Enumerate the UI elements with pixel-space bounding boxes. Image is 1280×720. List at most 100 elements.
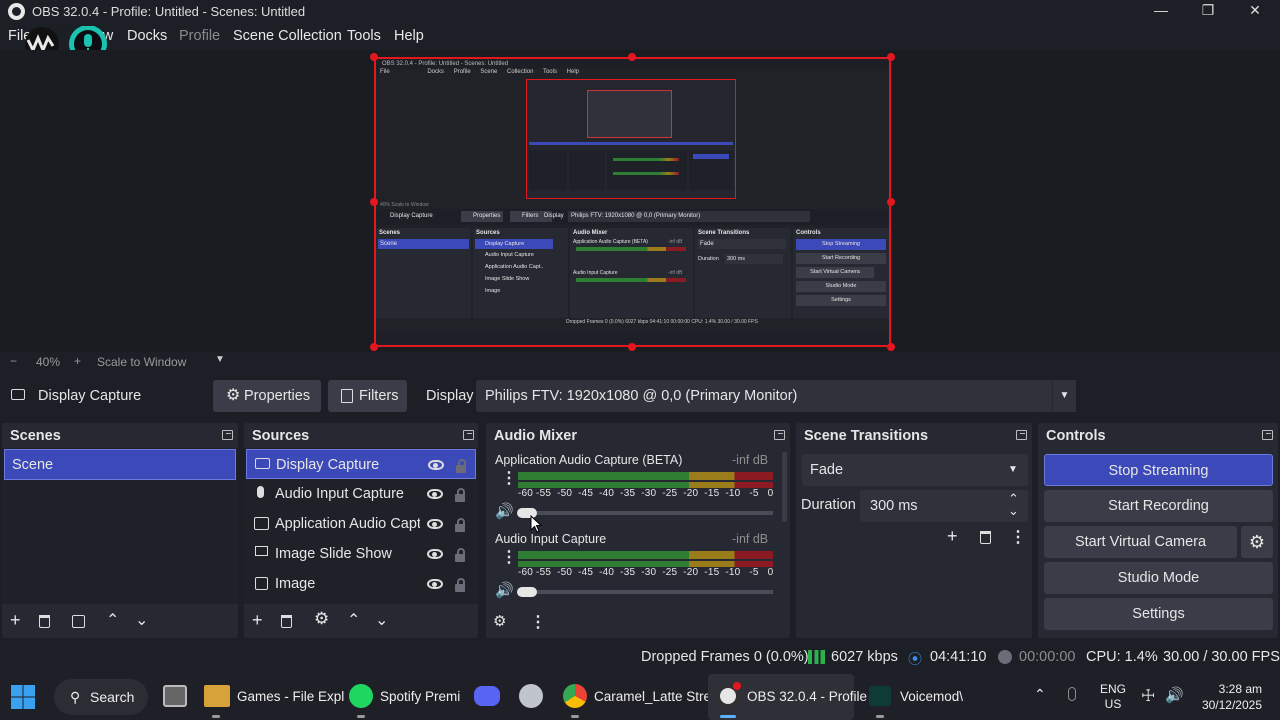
add-scene-button[interactable]: +: [10, 610, 21, 631]
preview-canvas[interactable]: OBS 32.0.4 - Profile: Untitled - Scenes:…: [374, 57, 891, 347]
visibility-eye-icon[interactable]: [427, 489, 443, 499]
scenes-list[interactable]: Scene: [2, 448, 238, 604]
close-button[interactable]: ✕: [1245, 2, 1265, 20]
menu-docks[interactable]: Docks: [127, 28, 167, 44]
properties-button[interactable]: ⚙ Properties: [213, 380, 321, 412]
studio-mode-button[interactable]: Studio Mode: [1044, 562, 1273, 594]
undock-icon[interactable]: [774, 430, 785, 440]
task-view-icon[interactable]: [163, 685, 187, 707]
chevron-up-tray-icon[interactable]: ⌃: [1034, 686, 1046, 703]
chevron-up-icon[interactable]: ⌃: [106, 610, 119, 630]
channel-menu-icon[interactable]: ⋮: [501, 550, 517, 566]
add-transition-button[interactable]: +: [947, 526, 958, 547]
volume-slider[interactable]: [518, 511, 773, 515]
taskbar-app[interactable]: Voicemod\: [900, 674, 963, 720]
zoom-out-button[interactable]: −: [10, 354, 17, 368]
speaker-icon[interactable]: 🔊: [495, 502, 514, 520]
file-explorer-icon[interactable]: [204, 685, 230, 707]
taskbar-app[interactable]: Caramel_Latte Stre: [594, 674, 711, 720]
lock-icon[interactable]: [456, 459, 466, 473]
visibility-eye-icon[interactable]: [428, 460, 444, 470]
visibility-eye-icon[interactable]: [427, 519, 443, 529]
undock-icon[interactable]: [222, 430, 233, 440]
spin-down-icon[interactable]: ⌄: [1008, 495, 1019, 527]
wifi-icon[interactable]: ☩: [1141, 686, 1155, 706]
display-label: Display: [426, 388, 474, 404]
mixer-menu-icon[interactable]: ⋮: [530, 612, 546, 632]
taskbar-app[interactable]: Games - File Expl: [237, 674, 344, 720]
taskbar-app[interactable]: Spotify Premi: [380, 674, 460, 720]
scene-filters-icon[interactable]: [72, 615, 85, 628]
spotify-icon[interactable]: [349, 684, 373, 708]
menu-scene-collection[interactable]: Scene Collection: [233, 28, 342, 44]
stop-streaming-button[interactable]: Stop Streaming: [1044, 454, 1273, 486]
undock-icon[interactable]: [1262, 430, 1273, 440]
trash-icon[interactable]: [281, 615, 292, 628]
clock[interactable]: 3:28 am 30/12/2025: [1198, 681, 1262, 713]
display-dropdown-icon[interactable]: ▼: [1052, 380, 1076, 412]
source-item[interactable]: Image: [246, 569, 476, 599]
virtual-camera-settings-gear-icon[interactable]: ⚙: [1241, 526, 1273, 558]
resize-handle[interactable]: [887, 343, 895, 351]
microphone-tray-icon[interactable]: [1068, 687, 1076, 701]
menu-tools[interactable]: Tools: [347, 28, 381, 44]
resize-handle[interactable]: [628, 53, 636, 61]
transition-select[interactable]: Fade ▼: [802, 454, 1028, 486]
settings-button[interactable]: Settings: [1044, 598, 1273, 630]
start-recording-button[interactable]: Start Recording: [1044, 490, 1273, 522]
volume-slider[interactable]: [518, 590, 773, 594]
source-item[interactable]: Audio Input Capture: [246, 479, 476, 509]
resize-handle[interactable]: [887, 53, 895, 61]
resize-handle[interactable]: [370, 53, 378, 61]
display-select[interactable]: Philips FTV: 1920x1080 @ 0,0 (Primary Mo…: [476, 380, 1076, 412]
mixer-settings-gear-icon[interactable]: ⚙: [493, 612, 506, 630]
undock-icon[interactable]: [1016, 430, 1027, 440]
source-item[interactable]: Image Slide Show: [246, 539, 476, 569]
chevron-down-icon[interactable]: ⌄: [135, 610, 148, 630]
minimize-button[interactable]: —: [1151, 2, 1171, 20]
trash-icon[interactable]: [39, 615, 50, 628]
lock-icon[interactable]: [455, 518, 465, 532]
visibility-eye-icon[interactable]: [427, 549, 443, 559]
speaker-icon[interactable]: 🔊: [495, 581, 514, 599]
chrome-icon[interactable]: [563, 684, 587, 708]
add-source-button[interactable]: +: [252, 610, 263, 631]
channel-menu-icon[interactable]: ⋮: [501, 471, 517, 487]
lock-icon[interactable]: [455, 578, 465, 592]
volume-tray-icon[interactable]: 🔊: [1165, 686, 1184, 704]
maximize-button[interactable]: ❐: [1198, 2, 1218, 20]
lock-icon[interactable]: [455, 488, 465, 502]
voicemod-icon[interactable]: [869, 686, 891, 706]
source-item[interactable]: Application Audio Captu: [246, 509, 476, 539]
volume-slider-knob[interactable]: [517, 587, 537, 597]
sources-list[interactable]: Display Capture Audio Input Capture Appl…: [244, 448, 478, 604]
chevron-up-icon[interactable]: ⌃: [347, 610, 360, 630]
windows-start-icon[interactable]: [11, 685, 35, 709]
undock-icon[interactable]: [463, 430, 474, 440]
scene-item[interactable]: Scene: [4, 449, 236, 480]
duration-spinbox[interactable]: 300 ms ⌃ ⌄: [860, 490, 1028, 522]
steam-icon[interactable]: [519, 684, 543, 708]
visibility-eye-icon[interactable]: [427, 579, 443, 589]
lock-icon[interactable]: [455, 548, 465, 562]
taskbar-app[interactable]: OBS 32.0.4 - Profile: [747, 674, 867, 720]
resize-handle[interactable]: [370, 343, 378, 351]
filters-button[interactable]: Filters: [328, 380, 407, 412]
menu-help[interactable]: Help: [394, 28, 424, 44]
resize-handle[interactable]: [370, 198, 378, 206]
zoom-dropdown-icon[interactable]: ▼: [215, 354, 225, 365]
transition-menu-icon[interactable]: ⋮: [1010, 527, 1026, 547]
resize-handle[interactable]: [628, 343, 636, 351]
taskbar-search[interactable]: ⚲ Search: [54, 679, 148, 715]
start-virtual-camera-button[interactable]: Start Virtual Camera: [1044, 526, 1237, 558]
language-indicator[interactable]: ENG US: [1100, 682, 1126, 712]
mixer-scrollbar[interactable]: [782, 452, 787, 522]
resize-handle[interactable]: [887, 198, 895, 206]
source-item[interactable]: Display Capture: [246, 449, 476, 479]
menu-profile[interactable]: Profile: [179, 28, 220, 44]
discord-icon[interactable]: [474, 686, 500, 706]
gear-icon[interactable]: ⚙: [314, 609, 329, 629]
chevron-down-icon[interactable]: ⌄: [375, 610, 388, 630]
zoom-in-button[interactable]: +: [74, 354, 81, 368]
trash-icon[interactable]: [980, 531, 991, 544]
